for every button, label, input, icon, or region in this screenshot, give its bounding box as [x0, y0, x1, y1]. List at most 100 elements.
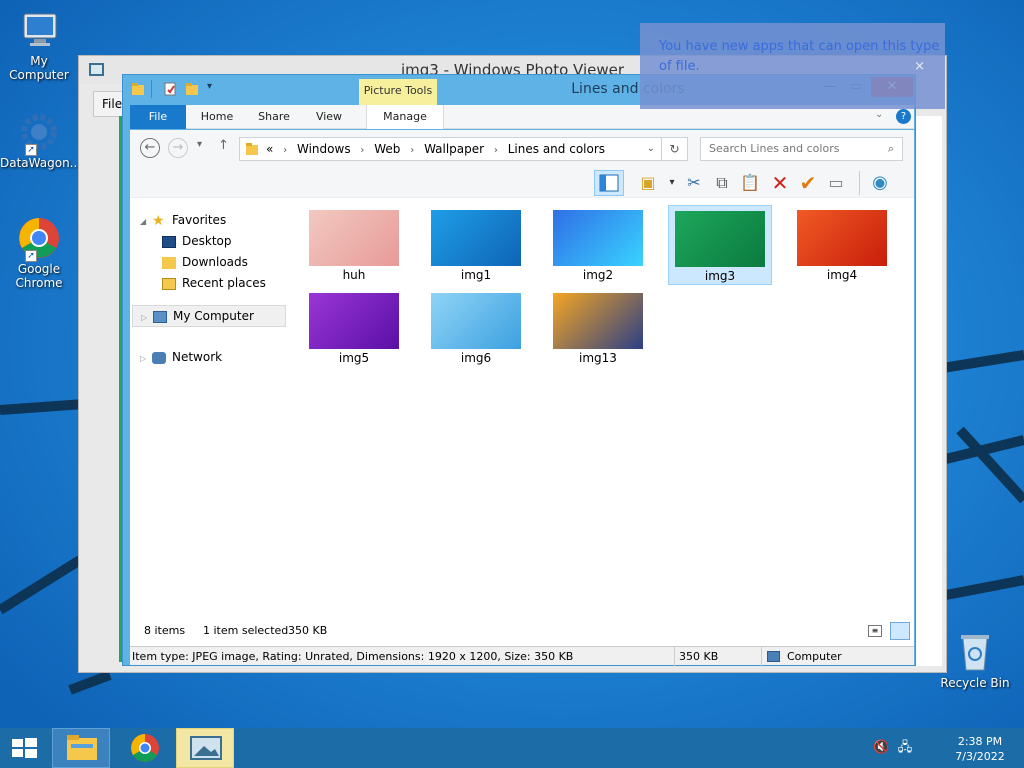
address-bar-row: ← → ▾ ↑ « › Windows › Web › Wallpaper › …	[130, 130, 914, 168]
recycle-bin-icon	[953, 630, 997, 674]
desktop-icon-label: DataWagon...	[0, 156, 82, 170]
nav-my-computer[interactable]: ▷ My Computer	[132, 305, 286, 327]
file-item-img6[interactable]: img6	[424, 288, 528, 368]
delete-icon[interactable]: ✕	[768, 172, 792, 194]
file-item-img13[interactable]: img13	[546, 288, 650, 368]
details-info: Item type: JPEG image, Rating: Unrated, …	[132, 650, 574, 663]
clock[interactable]: 2:38 PM 7/3/2022	[944, 734, 1016, 764]
nav-recent-places[interactable]: Recent places	[162, 273, 266, 293]
file-item-img4[interactable]: img4	[790, 205, 894, 285]
desktop-icon-my-computer[interactable]: My Computer	[0, 8, 78, 82]
volume-muted-icon[interactable]: 🔇	[873, 740, 889, 755]
nav-desktop-label: Desktop	[182, 234, 232, 248]
file-item-huh[interactable]: huh	[302, 205, 406, 285]
tab-manage[interactable]: Manage	[366, 105, 444, 129]
desktop-icon-recycle-bin[interactable]: Recycle Bin	[936, 630, 1014, 690]
rename-check-icon[interactable]: ✔	[796, 172, 820, 194]
expand-ribbon-icon[interactable]: ⌄	[875, 109, 883, 120]
new-folder-icon[interactable]	[185, 82, 199, 96]
breadcrumb-wallpaper[interactable]: Wallpaper	[424, 142, 484, 156]
preview-pane-button[interactable]	[594, 170, 624, 196]
customize-quick-access-icon[interactable]: ▾	[207, 81, 212, 92]
tab-file[interactable]: File	[130, 105, 186, 129]
file-name: img13	[579, 351, 617, 365]
large-icons-view-button[interactable]	[890, 622, 910, 640]
file-name: img3	[704, 269, 736, 283]
explorer-window[interactable]: ▾ Picture Tools Lines and colors — ▭ ✕ F…	[122, 74, 916, 666]
address-dropdown-icon[interactable]: ⌄	[647, 138, 655, 160]
expand-icon[interactable]: ▷	[140, 354, 146, 363]
image-thumbnail	[553, 293, 643, 349]
desktop-icon-chrome[interactable]: ➚ Google Chrome	[0, 216, 78, 290]
tab-view[interactable]: View	[304, 105, 354, 129]
computer-icon	[152, 310, 167, 323]
star-icon: ★	[151, 212, 165, 229]
desktop-icon-datawagon[interactable]: ➚ DataWagon...	[0, 110, 82, 170]
nav-desktop[interactable]: Desktop	[162, 231, 232, 251]
file-name: img6	[460, 351, 492, 365]
windows-logo-icon	[12, 738, 37, 758]
refresh-button[interactable]: ↻	[662, 137, 688, 161]
divider	[859, 171, 860, 195]
cut-icon[interactable]: ✂	[682, 172, 706, 194]
status-size: 350 KB	[288, 624, 328, 637]
tab-share[interactable]: Share	[248, 105, 300, 129]
folder-options-icon[interactable]: ▣	[636, 172, 660, 194]
preview-pane-icon	[599, 174, 619, 192]
breadcrumb-prefix[interactable]: «	[266, 142, 273, 156]
help-icon[interactable]: ?	[896, 109, 911, 124]
properties-bar-icon[interactable]: ▭	[824, 172, 848, 194]
copy-icon[interactable]: ⧉	[710, 172, 734, 194]
picture-tools-label: Picture Tools	[359, 79, 437, 105]
paste-icon[interactable]: 📋	[738, 172, 762, 194]
image-thumbnail	[309, 210, 399, 266]
shortcut-arrow-icon: ➚	[25, 250, 37, 262]
desktop-icon-label: My Computer	[9, 54, 69, 82]
recent-locations-icon[interactable]: ▾	[197, 139, 202, 150]
search-input[interactable]: Search Lines and colors ⌕	[700, 137, 903, 161]
start-button[interactable]	[0, 728, 48, 768]
nav-downloads[interactable]: Downloads	[162, 252, 248, 272]
globe-icon[interactable]: ◉	[868, 172, 892, 194]
notification-close-button[interactable]: ×	[914, 57, 925, 77]
back-button[interactable]: ←	[140, 138, 160, 158]
file-item-img2[interactable]: img2	[546, 205, 650, 285]
tab-home[interactable]: Home	[190, 105, 244, 129]
network-status-icon[interactable]: 🖧	[897, 740, 913, 755]
file-item-img3[interactable]: img3	[668, 205, 772, 285]
nav-network-label: Network	[171, 350, 223, 364]
nav-favorites[interactable]: ◢ ★ Favorites	[140, 210, 226, 230]
breadcrumb-lines-and-colors[interactable]: Lines and colors	[508, 142, 605, 156]
expand-icon[interactable]: ▷	[141, 313, 147, 322]
taskbar-file-explorer[interactable]	[52, 728, 110, 768]
folder-options-dropdown-icon[interactable]: ▾	[660, 172, 684, 194]
details-bar: Item type: JPEG image, Rating: Unrated, …	[130, 646, 914, 666]
notification-toast[interactable]: You have new apps that can open this typ…	[640, 23, 945, 109]
file-name: huh	[342, 268, 366, 282]
file-item-img5[interactable]: img5	[302, 288, 406, 368]
forward-button[interactable]: →	[168, 138, 188, 158]
file-name: img1	[460, 268, 492, 282]
properties-icon[interactable]	[163, 82, 177, 96]
up-button[interactable]: ↑	[218, 138, 229, 153]
search-icon: ⌕	[887, 142, 894, 155]
taskbar-chrome[interactable]	[116, 728, 174, 768]
nav-favorites-label: Favorites	[171, 213, 227, 227]
address-box[interactable]: « › Windows › Web › Wallpaper › Lines an…	[239, 137, 662, 161]
nav-network[interactable]: ▷ Network	[140, 347, 222, 367]
photo-viewer-icon	[190, 736, 222, 760]
collapse-icon[interactable]: ◢	[140, 217, 146, 226]
folder-icon	[132, 83, 144, 95]
details-view-button[interactable]: ≡	[868, 625, 882, 637]
file-item-img1[interactable]: img1	[424, 205, 528, 285]
breadcrumb-web[interactable]: Web	[374, 142, 400, 156]
file-explorer-icon	[67, 735, 97, 760]
status-bar: 8 items 1 item selected 350 KB ≡	[130, 616, 914, 646]
image-thumbnail	[431, 293, 521, 349]
divider	[761, 647, 762, 666]
desktop-icon-label: Recycle Bin	[940, 676, 1010, 690]
chrome-icon: ➚	[17, 216, 61, 262]
taskbar-photo-viewer[interactable]	[176, 728, 234, 768]
breadcrumb-windows[interactable]: Windows	[297, 142, 351, 156]
gear-shortcut-icon: ➚	[17, 110, 61, 156]
